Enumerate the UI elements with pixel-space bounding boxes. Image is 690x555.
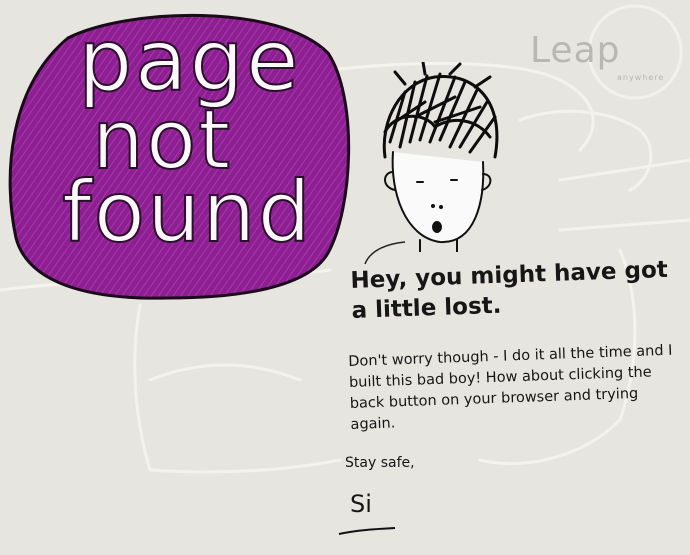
logo-tagline: anywhere	[617, 73, 665, 82]
speech-pointer	[364, 241, 406, 265]
logo-text: Leap	[530, 30, 621, 71]
message-headline: Hey, you might have got a little lost.	[350, 256, 669, 324]
signature-underline	[338, 527, 396, 535]
bubble-text-found: found	[61, 163, 313, 261]
signature: Si	[350, 490, 372, 518]
bubble-text-page: page	[77, 11, 301, 111]
error-page: page not found Leap anywhere Hey, you mi…	[0, 0, 690, 555]
person-doodle-icon	[382, 62, 499, 252]
message-signoff: Stay safe,	[345, 455, 415, 471]
message-body: Don't worry though - I do it all the tim…	[348, 342, 673, 433]
